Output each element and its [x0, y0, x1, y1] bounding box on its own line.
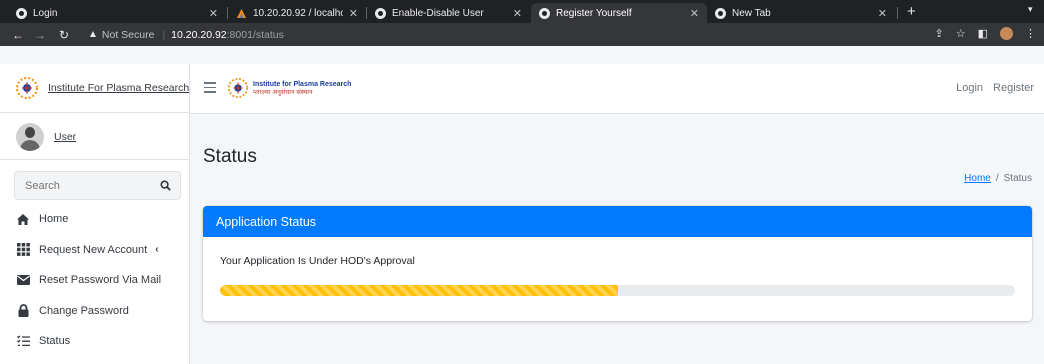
phpmyadmin-icon	[236, 8, 247, 19]
tab-title: Enable-Disable User	[392, 7, 484, 19]
navbar-brand-english: Institute for Plasma Research	[253, 81, 352, 88]
globe-icon	[16, 7, 27, 19]
warning-icon: ▲	[88, 29, 98, 40]
share-icon[interactable]: ⇪	[935, 27, 944, 40]
progress-bar-fill	[220, 285, 618, 296]
grid-icon	[16, 243, 30, 257]
navbar-brand[interactable]: Institute for Plasma Research प्लाज़्मा …	[253, 81, 351, 97]
register-link[interactable]: Register	[993, 82, 1034, 94]
search-button[interactable]	[151, 171, 181, 200]
sidebar-item-home[interactable]: Home	[0, 204, 190, 235]
tab-title: Register Yourself	[556, 7, 632, 19]
search-input[interactable]	[14, 171, 151, 200]
ipr-logo	[227, 77, 249, 99]
chrome-icon	[715, 7, 726, 19]
page-title: Status	[203, 146, 257, 167]
tab-title: New Tab	[732, 7, 771, 19]
close-tab-icon[interactable]: ✕	[209, 7, 218, 20]
sidebar-item-label: Reset Password Via Mail	[39, 274, 162, 287]
card-header: Application Status	[203, 206, 1032, 237]
hamburger-menu-icon[interactable]	[204, 82, 216, 93]
close-tab-icon[interactable]: ✕	[513, 7, 522, 20]
security-label: Not Secure	[101, 28, 155, 41]
tab-title: Login	[33, 7, 58, 19]
profile-avatar[interactable]	[1000, 27, 1013, 40]
breadcrumb: Home / Status	[964, 173, 1032, 184]
new-tab-button[interactable]: +	[907, 3, 916, 21]
progress-bar-track	[220, 285, 1015, 296]
user-name-link[interactable]: User	[54, 131, 76, 143]
sidebar: Institute For Plasma Research User Home …	[0, 64, 190, 364]
top-navbar: Institute for Plasma Research प्लाज़्मा …	[191, 64, 1044, 114]
sidebar-item-change-password[interactable]: Change Password	[0, 296, 190, 327]
globe-icon	[375, 7, 386, 19]
sidepanel-icon[interactable]: ◧	[978, 27, 988, 40]
avatar	[16, 122, 44, 151]
browser-tab-phpmyadmin[interactable]: 10.20.20.92 / localhost / larave ✕	[228, 3, 366, 23]
sidebar-search	[14, 171, 181, 200]
chevron-down-icon[interactable]: ▾	[1028, 4, 1033, 15]
breadcrumb-current: Status	[1003, 173, 1032, 184]
reload-button[interactable]: ↻	[56, 28, 72, 42]
close-tab-icon[interactable]: ✕	[690, 7, 699, 20]
tasks-icon	[16, 334, 30, 348]
user-panel: User	[0, 114, 190, 160]
back-button[interactable]: ←	[10, 28, 26, 42]
card-body: Your Application Is Under HOD's Approval	[203, 237, 1032, 296]
globe-icon	[539, 7, 550, 19]
chevron-left-icon: ‹	[155, 244, 159, 256]
browser-tab-bar: Login ✕ 10.20.20.92 / localhost / larave…	[0, 0, 1044, 23]
ipr-logo	[16, 77, 38, 99]
lock-icon	[16, 304, 30, 318]
browser-tab-register[interactable]: Register Yourself ✕	[531, 3, 707, 23]
tab-title: 10.20.20.92 / localhost / larave	[253, 7, 343, 19]
sidebar-item-request-account[interactable]: Request New Account ‹	[0, 235, 190, 266]
sidebar-item-label: Status	[39, 335, 71, 348]
browser-tab-enable-disable[interactable]: Enable-Disable User ✕	[367, 3, 530, 23]
breadcrumb-home-link[interactable]: Home	[964, 173, 991, 184]
status-message: Your Application Is Under HOD's Approval	[220, 255, 415, 267]
browser-menu-icon[interactable]: ⋮	[1025, 27, 1036, 40]
navbar-brand-hindi: प्लाज़्मा अनुसंधान संस्थान	[253, 89, 313, 96]
url-path: :8001/status	[226, 28, 284, 41]
sidebar-item-reset-password[interactable]: Reset Password Via Mail	[0, 265, 190, 296]
sidebar-item-label: Request New Account	[39, 243, 148, 256]
bookmark-star-icon[interactable]: ☆	[956, 27, 966, 40]
close-tab-icon[interactable]: ✕	[349, 7, 358, 20]
sidebar-nav: Home Request New Account ‹ Reset Passwor…	[0, 204, 190, 357]
sidebar-item-label: Change Password	[39, 304, 129, 317]
sidebar-item-label: Home	[39, 213, 69, 226]
url-host: 10.20.20.92	[171, 28, 227, 41]
sidebar-brand[interactable]: Institute For Plasma Research	[0, 64, 190, 113]
envelope-icon	[16, 273, 30, 287]
sidebar-item-status[interactable]: Status	[0, 326, 190, 357]
browser-toolbar: ← → ↻ ▲ Not Secure | 10.20.20.92 :8001/s…	[0, 23, 1044, 46]
login-link[interactable]: Login	[956, 82, 983, 94]
sidebar-brand-text[interactable]: Institute For Plasma Research	[48, 82, 189, 94]
home-icon	[16, 212, 30, 226]
close-tab-icon[interactable]: ✕	[878, 7, 887, 20]
browser-tab-new[interactable]: New Tab ✕	[707, 3, 895, 23]
browser-tab-login[interactable]: Login ✕	[8, 3, 226, 23]
application-status-card: Application Status Your Application Is U…	[203, 206, 1032, 321]
forward-button[interactable]: →	[32, 28, 48, 42]
search-icon	[160, 180, 171, 191]
address-bar[interactable]: ▲ Not Secure | 10.20.20.92 :8001/status	[88, 26, 958, 43]
